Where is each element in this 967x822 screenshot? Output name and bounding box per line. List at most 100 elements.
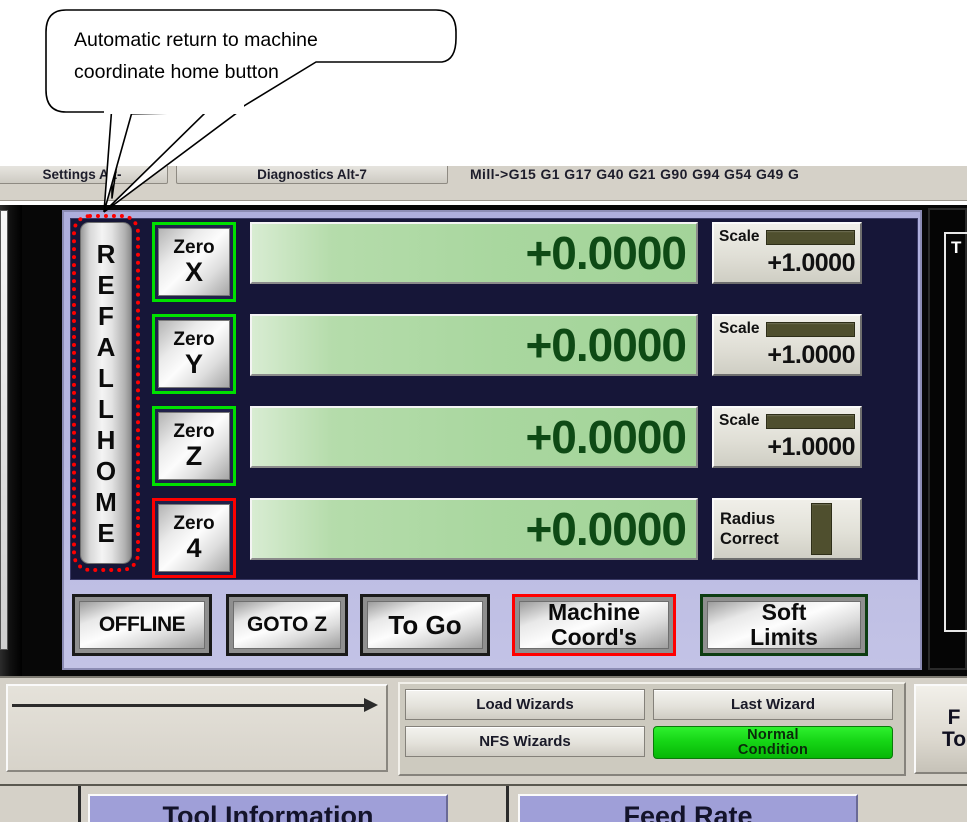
ref-letter-f: F	[98, 300, 114, 331]
callout-line-2: coordinate home button	[74, 61, 279, 83]
scale-box-y[interactable]: Scale +1.0000	[712, 314, 862, 376]
ref-letter-o: O	[95, 455, 117, 486]
ref-letter-l1: L	[98, 362, 114, 393]
scale-x-value: +1.0000	[767, 249, 855, 277]
tool-information-header: Tool Information	[88, 794, 448, 822]
diagnostics-button[interactable]: Diagnostics Alt-7	[176, 166, 448, 184]
settings-button[interactable]: Settings Alt-	[0, 166, 168, 184]
dro-y-value: +0.0000	[525, 319, 687, 371]
normal-condition-status-indicator: Normal Condition	[653, 726, 893, 759]
dro-z-value: +0.0000	[525, 411, 687, 463]
dro-4-value: +0.0000	[525, 503, 687, 555]
soft-limits-line1: Soft	[761, 599, 807, 626]
lower-toolbar-strip: Load Wizards Last Wizard NFS Wizards Nor…	[0, 676, 967, 786]
machine-coords-line2: Coord's	[551, 624, 637, 650]
zero-4-button[interactable]: Zero 4	[152, 498, 236, 578]
zero-z-button[interactable]: Zero Z	[152, 406, 236, 486]
radius-correct-led-icon	[811, 503, 832, 555]
scale-x-label: Scale	[719, 228, 760, 245]
scale-z-label: Scale	[719, 412, 760, 429]
ref-letter-r: R	[96, 238, 116, 269]
ref-all-home-button[interactable]: R E F A L L H O M E	[80, 222, 132, 564]
normal-condition-line1: Normal	[747, 726, 799, 743]
last-wizard-button[interactable]: Last Wizard	[653, 689, 893, 720]
dro-x-value: +0.0000	[525, 227, 687, 279]
zero-x-top-label: Zero	[173, 237, 215, 258]
scale-z-value: +1.0000	[767, 433, 855, 461]
zero-x-axis-label: X	[184, 257, 203, 287]
dro-readout-z[interactable]: +0.0000	[250, 406, 698, 468]
radius-correct-box[interactable]: Radius Correct	[712, 498, 862, 560]
zero-z-axis-label: Z	[185, 441, 203, 471]
machine-coords-button[interactable]: Machine Coord's	[512, 594, 676, 656]
ref-letter-l2: L	[98, 393, 114, 424]
tool-information-label: Tool Information	[162, 800, 374, 822]
zero-z-face: Zero Z	[158, 412, 230, 480]
scale-z-led-icon	[765, 413, 855, 429]
nfs-wizards-button[interactable]: NFS Wizards	[405, 726, 645, 757]
right-tool-button[interactable]: F To	[914, 684, 967, 774]
scale-y-led-icon	[765, 321, 855, 337]
load-wizards-label: Load Wizards	[476, 696, 574, 713]
last-wizard-label: Last Wizard	[730, 696, 816, 713]
application-toolbar: Settings Alt- Diagnostics Alt-7 Mill->G1…	[0, 166, 967, 201]
dro-readout-y[interactable]: +0.0000	[250, 314, 698, 376]
callout-text: Automatic return to machine coordinate h…	[74, 24, 414, 88]
goto-z-button[interactable]: GOTO Z	[226, 594, 348, 656]
right-tool-button-line2: To	[941, 728, 967, 751]
zero-y-face: Zero Y	[158, 320, 230, 388]
zero-4-axis-label: 4	[186, 533, 202, 563]
to-go-button-label: To Go	[388, 609, 462, 640]
zero-x-face: Zero X	[158, 228, 230, 296]
offline-button[interactable]: OFFLINE	[72, 594, 212, 656]
offline-button-face: OFFLINE	[79, 601, 205, 649]
radius-correct-text: Radius Correct	[720, 509, 811, 549]
nfs-wizards-label: NFS Wizards	[479, 733, 571, 750]
bottom-separator-left	[78, 786, 81, 822]
left-panel-arrow-icon	[364, 698, 378, 712]
bottom-separator-right	[506, 786, 509, 822]
scale-y-label: Scale	[719, 320, 760, 337]
scale-x-led-icon	[765, 229, 855, 245]
to-go-button[interactable]: To Go	[360, 594, 490, 656]
callout-balloon-outline-top	[66, 10, 456, 62]
offline-button-label: OFFLINE	[98, 612, 186, 636]
dro-readout-4[interactable]: +0.0000	[250, 498, 698, 560]
soft-limits-button-face: Soft Limits	[707, 599, 861, 650]
callout-line-1: Automatic return to machine	[74, 29, 318, 51]
dro-readout-x[interactable]: +0.0000	[250, 222, 698, 284]
left-blank-display-panel	[6, 684, 388, 772]
right-status-panel-label: T	[944, 232, 967, 632]
frame-left-bevel	[0, 205, 22, 676]
ref-letter-a: A	[96, 331, 116, 362]
feed-rate-label: Feed Rate	[623, 800, 753, 822]
zero-y-button[interactable]: Zero Y	[152, 314, 236, 394]
wizard-panel: Load Wizards Last Wizard NFS Wizards Nor…	[398, 682, 906, 776]
ref-letter-h: H	[96, 424, 116, 455]
zero-x-button[interactable]: Zero X	[152, 222, 236, 302]
scale-x-header: Scale	[719, 226, 855, 248]
normal-condition-line2: Condition	[737, 741, 809, 758]
scale-box-z[interactable]: Scale +1.0000	[712, 406, 862, 468]
soft-limits-button[interactable]: Soft Limits	[700, 594, 868, 656]
zero-4-top-label: Zero	[173, 513, 215, 534]
diagnostics-button-label: Diagnostics Alt-7	[257, 167, 367, 182]
left-edge-panel-sliver	[0, 210, 8, 650]
load-wizards-button[interactable]: Load Wizards	[405, 689, 645, 720]
zero-z-top-label: Zero	[173, 421, 215, 442]
bottom-headers-row: Tool Information Feed Rate	[0, 784, 967, 822]
ref-letter-e: E	[97, 269, 115, 300]
scale-box-x[interactable]: Scale +1.0000	[712, 222, 862, 284]
goto-z-button-face: GOTO Z	[233, 601, 341, 649]
radius-correct-line2: Correct	[720, 530, 779, 548]
right-tool-button-line1: F	[947, 705, 961, 729]
soft-limits-line2: Limits	[750, 624, 818, 650]
zero-y-axis-label: Y	[184, 349, 203, 379]
to-go-button-face: To Go	[367, 601, 483, 649]
machine-coords-button-face: Machine Coord's	[519, 600, 669, 650]
ref-letter-m: M	[95, 486, 117, 517]
zero-y-top-label: Zero	[173, 329, 215, 350]
ref-letter-e2: E	[97, 517, 115, 548]
feed-rate-header: Feed Rate	[518, 794, 858, 822]
scale-y-value: +1.0000	[767, 341, 855, 369]
